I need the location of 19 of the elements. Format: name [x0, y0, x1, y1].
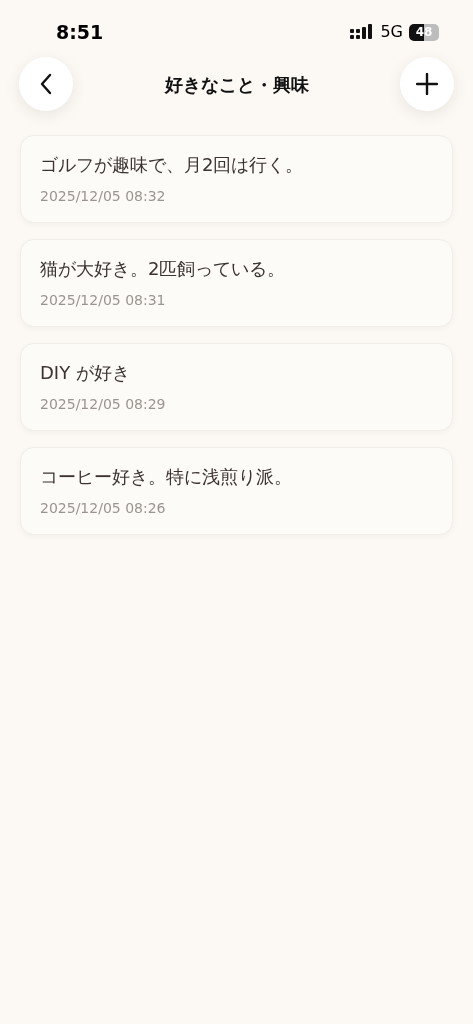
entry-card[interactable]: 猫が大好き。2匹飼っている。 2025/12/05 08:31 [20, 239, 453, 327]
battery-indicator: 48 [409, 23, 439, 41]
back-icon [39, 73, 53, 95]
entry-text: 猫が大好き。2匹飼っている。 [40, 257, 287, 281]
entry-card[interactable]: ゴルフが趣味で、月2回は行く。 2025/12/05 08:32 [20, 135, 453, 223]
entry-date: 2025/12/05 08:26 [40, 499, 167, 517]
entry-text: DIY が好き [40, 361, 131, 385]
network-label: 5G [380, 21, 403, 43]
entry-text: コーヒー好き。特に浅煎り派。 [40, 465, 293, 489]
entry-date: 2025/12/05 08:31 [40, 291, 167, 309]
add-icon [416, 73, 438, 95]
status-time: 8:51 [56, 19, 104, 45]
entry-text: ゴルフが趣味で、月2回は行く。 [40, 153, 305, 177]
entry-card[interactable]: DIY が好き 2025/12/05 08:29 [20, 343, 453, 431]
page-title: 好きなこと・興味 [164, 72, 309, 97]
entry-date: 2025/12/05 08:32 [40, 187, 167, 205]
signal-icon [350, 24, 375, 40]
entry-date: 2025/12/05 08:29 [40, 395, 167, 413]
entry-card[interactable]: コーヒー好き。特に浅煎り派。 2025/12/05 08:26 [20, 447, 453, 535]
